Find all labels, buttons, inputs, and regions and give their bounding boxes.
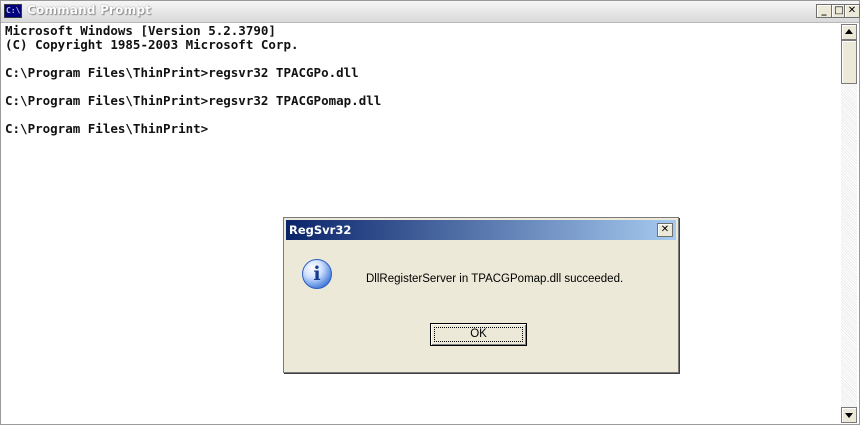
console-prompt-line: C:\Program Files\ThinPrint> xyxy=(5,121,209,136)
window-title: Command Prompt xyxy=(27,3,152,17)
info-icon-glyph: i xyxy=(313,263,321,285)
console-line: (C) Copyright 1985-2003 Microsoft Corp. xyxy=(5,37,299,52)
minimize-button[interactable]: _ xyxy=(816,4,832,18)
regsvr32-dialog: RegSvr32 ✕ i DllRegisterServer in TPACGP… xyxy=(283,217,679,373)
vertical-scrollbar[interactable] xyxy=(841,24,857,423)
scroll-up-button[interactable] xyxy=(841,24,857,40)
console-line: C:\Program Files\ThinPrint>regsvr32 TPAC… xyxy=(5,93,382,108)
focus-rectangle xyxy=(434,327,523,342)
console-line: Microsoft Windows [Version 5.2.3790] xyxy=(5,23,276,38)
dialog-titlebar[interactable]: RegSvr32 ✕ xyxy=(286,220,676,240)
command-prompt-icon-label: C:\ xyxy=(6,6,21,15)
arrow-up-icon xyxy=(845,29,853,34)
close-button[interactable]: ✕ xyxy=(844,4,860,18)
arrow-down-icon xyxy=(845,413,853,418)
dialog-close-button[interactable]: ✕ xyxy=(657,223,673,237)
scroll-down-button[interactable] xyxy=(841,407,857,423)
info-icon: i xyxy=(302,259,332,289)
console-line: C:\Program Files\ThinPrint>regsvr32 TPAC… xyxy=(5,65,359,80)
command-prompt-icon[interactable]: C:\ xyxy=(4,4,22,18)
scrollbar-thumb[interactable] xyxy=(841,40,857,84)
dialog-title: RegSvr32 xyxy=(289,223,352,237)
dialog-message: DllRegisterServer in TPACGPomap.dll succ… xyxy=(366,273,624,285)
ok-button[interactable]: OK xyxy=(430,323,527,346)
window-titlebar[interactable]: C:\ Command Prompt _ □ ✕ xyxy=(1,1,860,23)
